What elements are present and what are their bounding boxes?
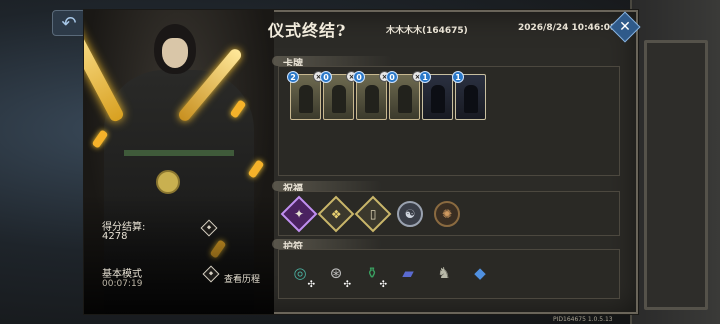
ghost-horse-icon[interactable]: ♞: [431, 260, 457, 286]
card-art: [299, 85, 313, 113]
character-face: [162, 38, 188, 68]
player-name: 木木木木(164675): [386, 26, 468, 36]
card-art: [398, 85, 412, 113]
silver-beast-icon[interactable]: ☯: [397, 201, 423, 227]
build-id: PID164675 1.0.5.13: [553, 316, 613, 323]
charm-list: ◎ ✣ ⊛ ✣ ⚱ ✣ ▰ ♞ ◆: [287, 260, 493, 290]
prayer-beads-icon[interactable]: ⊛ ✣: [323, 260, 351, 290]
charm-marker-icon: ✣: [307, 280, 315, 290]
jade-bottle-icon[interactable]: ⚱ ✣: [359, 260, 387, 290]
charm-marker-icon: ✣: [343, 280, 351, 290]
portrait-shade: [84, 194, 274, 314]
timestamp: 2026/8/24 10:46:08: [518, 23, 617, 33]
back-button[interactable]: ↶: [52, 10, 86, 36]
card-item[interactable]: 1: [452, 71, 486, 120]
blessing-list: ✦ ❖ ▯ ☯ ✺: [280, 195, 460, 233]
charm-marker-icon: ✣: [379, 280, 387, 290]
purple-crystal-icon[interactable]: ✦: [280, 195, 318, 233]
bronze-beast-icon[interactable]: ✺: [434, 201, 460, 227]
card-cost: 0: [353, 71, 365, 83]
undo-arrow-icon: ↶: [61, 12, 77, 34]
belt-medal: [156, 170, 180, 194]
card-art: [365, 85, 379, 113]
panel-header: 仪式终结? 木木木木(164675) 2026/8/24 10:46:08: [262, 12, 636, 44]
card-item[interactable]: 0 ×: [353, 71, 390, 120]
scroll-card-icon[interactable]: ▯: [354, 195, 392, 233]
card-item[interactable]: 2 ×: [287, 71, 324, 120]
card-cost: 0: [386, 71, 398, 83]
card-art: [431, 85, 445, 113]
character-belt: [124, 150, 234, 156]
gold-swirl-icon[interactable]: ❖: [317, 195, 355, 233]
blue-crystal-icon[interactable]: ◆: [467, 260, 493, 286]
view-history-button[interactable]: 查看历程: [224, 272, 260, 285]
card-cost: 1: [419, 71, 431, 83]
card-list: 2 × 0 × 0 × 0 × 1 1: [287, 71, 486, 120]
green-ring-icon[interactable]: ◎ ✣: [287, 260, 315, 290]
page-title: 仪式终结?: [268, 21, 347, 40]
card-art: [332, 85, 346, 113]
mode-time: 00:07:19: [102, 279, 143, 289]
background-door: [644, 40, 708, 310]
card-cost: 1: [452, 71, 464, 83]
blue-book-icon[interactable]: ▰: [395, 260, 421, 286]
close-x-icon[interactable]: ✕: [614, 16, 636, 38]
score-value: 4278: [102, 231, 128, 242]
card-art: [464, 85, 478, 113]
card-item[interactable]: 1: [419, 71, 453, 120]
card-cost: 2: [287, 71, 299, 83]
card-item[interactable]: 0 ×: [386, 71, 423, 120]
mode-label: 基本模式: [102, 269, 142, 280]
card-item[interactable]: 0 ×: [320, 71, 357, 120]
card-cost: 0: [320, 71, 332, 83]
